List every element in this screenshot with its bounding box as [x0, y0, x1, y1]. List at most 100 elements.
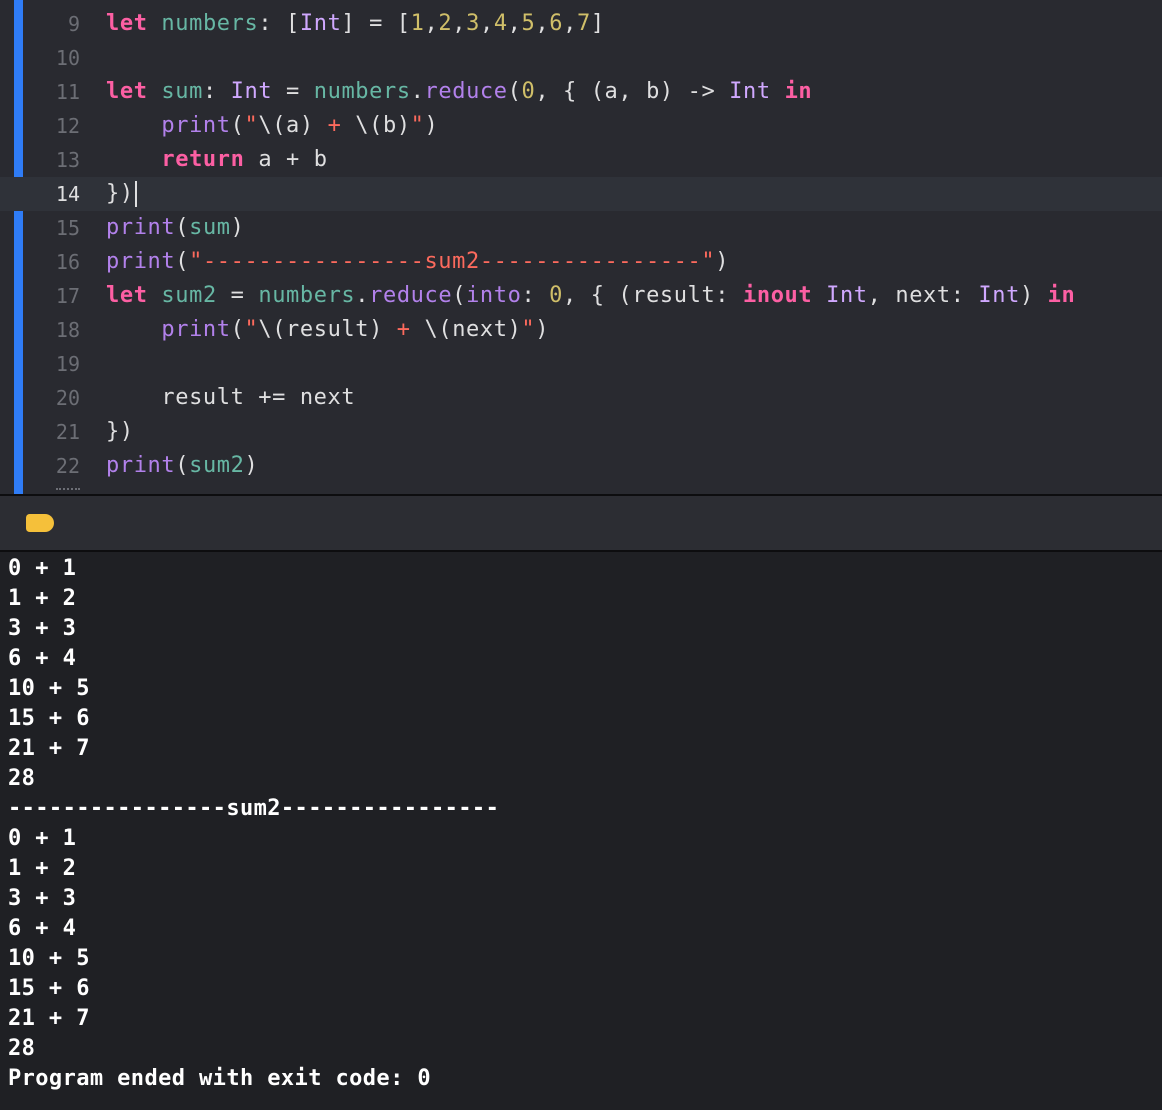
code-token: "	[410, 113, 425, 138]
code-text: result += next	[106, 381, 355, 415]
code-token: print	[161, 113, 231, 138]
code-token: ,	[452, 11, 467, 36]
code-token: )	[230, 215, 245, 240]
code-token: )	[424, 113, 439, 138]
code-token: Int	[826, 283, 868, 308]
console-line: 28	[8, 1036, 36, 1061]
code-line[interactable]: 18 print("\(result) + \(next)")	[0, 313, 1162, 347]
code-token: into	[466, 283, 522, 308]
code-line[interactable]: 9 let numbers: [Int] = [1,2,3,4,5,6,7]	[0, 7, 1162, 41]
code-token: return	[161, 147, 245, 172]
console-line: 3 + 3	[8, 886, 77, 911]
code-token: numbers	[161, 11, 259, 36]
console-line: 1 + 2	[8, 586, 77, 611]
code-line[interactable]: 21})	[0, 415, 1162, 449]
console-line: 1 + 2	[8, 856, 77, 881]
code-token: Int	[230, 79, 273, 104]
code-editor[interactable]: 9 let numbers: [Int] = [1,2,3,4,5,6,7] 10 1…	[0, 0, 1162, 494]
code-token: 4	[493, 11, 508, 36]
line-number: 15	[55, 216, 80, 240]
code-text: })	[106, 177, 137, 211]
code-line[interactable]: 17 let sum2 = numbers.reduce(into: 0, { (…	[0, 279, 1162, 313]
console-line: 21 + 7	[8, 736, 90, 761]
code-token: 3	[466, 11, 480, 36]
code-text: let sum: Int = numbers.reduce(0, { (a, b…	[106, 75, 812, 109]
console-line: 3 + 3	[8, 616, 77, 641]
code-token: let	[106, 283, 148, 308]
code-token: .	[355, 283, 370, 308]
code-token: ] = [	[341, 11, 411, 36]
code-token: , { (a, b) ->	[535, 79, 730, 104]
code-token: )	[1019, 283, 1048, 308]
code-token: numbers	[258, 283, 356, 308]
code-text: print("\(result) + \(next)")	[106, 313, 549, 347]
code-token: in	[784, 79, 813, 104]
console-line: 15 + 6	[8, 976, 90, 1001]
code-token: 7	[576, 11, 591, 36]
code-token: ,	[563, 11, 577, 36]
code-token: (	[507, 79, 522, 104]
code-token: +	[313, 113, 356, 138]
console-line: 15 + 6	[8, 706, 90, 731]
debug-bar	[0, 496, 1162, 550]
code-token: =	[216, 283, 259, 308]
code-token: )	[535, 317, 550, 342]
code-token: "	[244, 113, 259, 138]
code-line[interactable]: 13 return a + b	[0, 143, 1162, 177]
code-token: print	[161, 317, 231, 342]
code-token: ,	[507, 11, 522, 36]
code-token: "	[244, 317, 259, 342]
console-line: 0 + 1	[8, 826, 77, 851]
code-token: reduce	[424, 79, 508, 104]
line-number: 22	[55, 454, 80, 478]
code-token: Int	[978, 283, 1020, 308]
code-token: numbers	[313, 79, 411, 104]
code-token: \(next)	[424, 317, 522, 342]
line-number: 19	[55, 352, 80, 376]
console-output[interactable]: 0 + 1 1 + 2 3 + 3 6 + 4 10 + 5 15 + 6 21 + 7 28…	[0, 552, 1162, 1110]
code-token: })	[106, 181, 134, 206]
console-line: Program ended with exit code: 0	[8, 1066, 431, 1091]
code-token: (	[175, 453, 190, 478]
console-line: 6 + 4	[8, 916, 77, 941]
code-token: 0	[549, 283, 564, 308]
console-line: ----------------sum2----------------	[8, 796, 500, 821]
code-line[interactable]: 12 print("\(a) + \(b)")	[0, 109, 1162, 143]
line-number: 21	[55, 420, 80, 444]
console-line: 10 + 5	[8, 946, 90, 971]
line-number: 17	[55, 284, 80, 308]
console-line: 10 + 5	[8, 676, 90, 701]
code-token: "----------------sum2----------------"	[189, 249, 716, 274]
code-line[interactable]: 16 print("----------------sum2-----------…	[0, 245, 1162, 279]
code-line[interactable]: 14})	[0, 177, 1162, 211]
line-number: 11	[55, 80, 80, 104]
code-text: let sum2 = numbers.reduce(into: 0, { (re…	[106, 279, 1075, 313]
code-token: 6	[549, 11, 564, 36]
code-line[interactable]: 19	[0, 347, 1162, 381]
code-token: ,	[479, 11, 494, 36]
code-token: sum	[161, 79, 203, 104]
code-text: })	[106, 415, 134, 449]
code-token: 0	[521, 79, 536, 104]
code-line[interactable]: 15 print(sum)	[0, 211, 1162, 245]
line-number: 18	[55, 318, 80, 342]
line-number: 20	[55, 386, 80, 410]
code-line[interactable]: 22 print(sum2)	[0, 449, 1162, 483]
code-token: in	[1047, 283, 1076, 308]
code-token: =	[272, 79, 314, 104]
code-token: :	[202, 79, 231, 104]
code-token: +	[382, 317, 425, 342]
code-token: Int	[299, 11, 342, 36]
code-line[interactable]: 11 let sum: Int = numbers.reduce(0, { (a,…	[0, 75, 1162, 109]
code-line[interactable]: 20 result += next	[0, 381, 1162, 415]
code-token: print	[106, 215, 176, 240]
code-line[interactable]: 10	[0, 41, 1162, 75]
breakpoint-tag-icon[interactable]	[26, 514, 54, 532]
code-token: 2	[438, 11, 453, 36]
line-number: 13	[55, 148, 80, 172]
